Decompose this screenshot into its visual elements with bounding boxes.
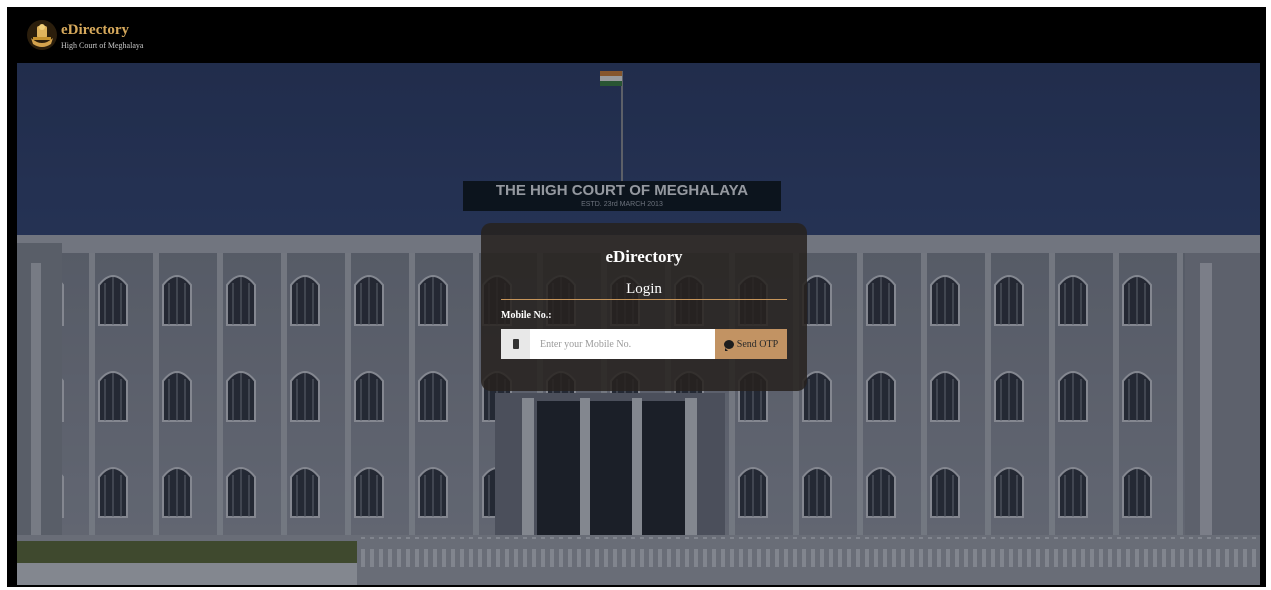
top-navbar: eDirectory High Court of Meghalaya	[7, 7, 1266, 63]
login-heading: Login	[626, 281, 662, 297]
building-sign: THE HIGH COURT OF MEGHALAYA	[496, 182, 748, 199]
send-otp-label: Send OTP	[736, 338, 779, 350]
building-sign-estd: ESTD. 23rd MARCH 2013	[581, 201, 663, 208]
mobile-number-input[interactable]	[530, 329, 715, 359]
brand-title[interactable]: eDirectory	[61, 22, 129, 39]
chat-bubble-icon	[723, 339, 734, 351]
phone-addon	[501, 329, 530, 359]
mobile-number-label: Mobile No.:	[501, 310, 552, 321]
card-title: eDirectory	[605, 247, 683, 266]
login-card: eDirectory Login Mobile No.: Send OTP	[481, 223, 807, 391]
send-otp-button[interactable]: Send OTP	[715, 329, 787, 359]
emblem-icon[interactable]	[25, 18, 59, 52]
app-window: eDirectory High Court of Meghalaya THE H…	[7, 7, 1266, 587]
phone-icon	[512, 339, 519, 349]
divider	[501, 299, 787, 300]
brand-subtitle: High Court of Meghalaya	[61, 41, 144, 50]
mobile-input-group: Send OTP	[501, 329, 787, 359]
